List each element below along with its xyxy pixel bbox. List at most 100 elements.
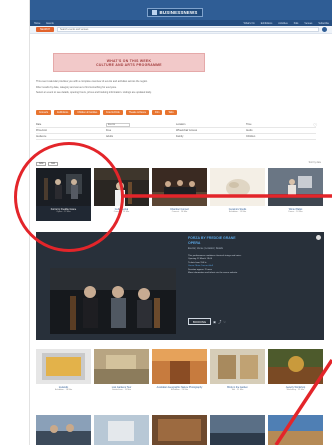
event-caption: Australian Geographic Nature Photography… bbox=[152, 385, 207, 409]
filter-table: Date Events Location Time Price/cost Fre… bbox=[36, 122, 316, 140]
favourite-heart-icon[interactable]: ♡ bbox=[313, 123, 317, 129]
event-card[interactable]: Jewelry Workshop Workshop · 22 Mar bbox=[268, 349, 323, 409]
nav-item[interactable]: Exhibitions bbox=[261, 22, 273, 25]
nav-item[interactable]: Activities bbox=[278, 22, 287, 25]
event-subtitle: Talk · 21 Mar bbox=[231, 389, 244, 392]
category-pill[interactable]: Theatre & Dance bbox=[125, 110, 150, 115]
event-card[interactable] bbox=[36, 415, 91, 445]
banner-line-2: CULTURE AND ARTS PROGRAMME bbox=[96, 62, 162, 67]
nav-item[interactable]: Events bbox=[46, 22, 53, 25]
nav-item[interactable]: What's On bbox=[244, 22, 255, 25]
filter-label[interactable]: Audio bbox=[246, 129, 316, 132]
filter-label[interactable]: Time bbox=[246, 123, 316, 126]
event-image bbox=[210, 349, 265, 384]
filter-label[interactable]: Audience bbox=[36, 135, 106, 138]
heart-icon[interactable]: ♡ bbox=[223, 320, 226, 324]
booking-area: BOOKING ▣ ⤴ ♡ bbox=[188, 318, 226, 325]
logo-text: BUSINESSNEWS bbox=[159, 10, 198, 15]
filter-label[interactable]: Adults bbox=[106, 135, 176, 138]
search-bar: SEARCH bbox=[30, 26, 332, 34]
filter-label[interactable]: Price/cost bbox=[36, 129, 106, 132]
category-pills: Concerts Exhibitions Children & Families… bbox=[36, 110, 177, 115]
event-card[interactable] bbox=[210, 415, 265, 445]
filter-label[interactable]: Free bbox=[106, 129, 176, 132]
event-caption: Ceramics Studio Exhibition · 15 Mar bbox=[210, 207, 265, 221]
nav-item[interactable]: Subscribe bbox=[318, 22, 329, 25]
event-card[interactable] bbox=[268, 415, 323, 445]
filter-label[interactable]: Wheelchair Access bbox=[176, 129, 246, 132]
event-image bbox=[152, 415, 207, 445]
event-image bbox=[94, 415, 149, 445]
event-card[interactable] bbox=[152, 415, 207, 445]
nav-item[interactable]: Home bbox=[34, 22, 40, 25]
event-subtitle: Dance · 16 Mar bbox=[288, 211, 303, 214]
event-card[interactable]: Birds in the Garden Talk · 21 Mar bbox=[210, 349, 265, 409]
intro-paragraph: Select an event to see details, opening … bbox=[36, 91, 152, 95]
event-detail-tabs[interactable]: Events | Venue | Location | Details bbox=[188, 248, 223, 250]
event-card[interactable]: Icelandic Exhibition · 18 Mar bbox=[36, 349, 91, 409]
nav-item[interactable]: Kids bbox=[294, 22, 299, 25]
booking-button[interactable]: BOOKING bbox=[188, 318, 212, 325]
promo-banner[interactable]: WHAT'S ON THIS WEEK CULTURE AND ARTS PRO… bbox=[53, 53, 205, 72]
event-subtitle: Exhibition · 20 Mar bbox=[170, 389, 189, 392]
event-detail-description: This performance combines classical stri… bbox=[188, 255, 242, 275]
site-logo[interactable]: BUSINESSNEWS bbox=[147, 8, 203, 17]
event-card[interactable] bbox=[94, 415, 149, 445]
event-card[interactable]: Winter Ballet Dance · 16 Mar bbox=[268, 168, 323, 221]
event-caption: Jewelry Workshop Workshop · 22 Mar bbox=[268, 385, 323, 409]
event-image bbox=[94, 349, 149, 384]
filter-select[interactable]: Events bbox=[106, 122, 130, 127]
event-card[interactable]: Ceramics Studio Exhibition · 15 Mar bbox=[210, 168, 265, 221]
category-pill[interactable]: Children & Families bbox=[74, 110, 101, 115]
event-image bbox=[268, 415, 323, 445]
filter-label: Date bbox=[36, 123, 42, 126]
event-subtitle: Guided tour · 19 Mar bbox=[111, 389, 132, 392]
search-input[interactable] bbox=[57, 27, 319, 32]
event-image bbox=[210, 415, 265, 445]
share-icon[interactable]: ⤴ bbox=[218, 319, 221, 324]
intro-text: This event calendar provides you with a … bbox=[36, 80, 324, 97]
event-detail-title: FORZA BY FREDDIE GRANE OPERA bbox=[188, 236, 236, 245]
search-button[interactable]: SEARCH bbox=[36, 27, 54, 32]
nav-item[interactable]: Venues bbox=[304, 22, 312, 25]
event-subtitle: Exhibition · 15 Mar bbox=[228, 211, 247, 214]
category-pill[interactable]: Exhibitions bbox=[54, 110, 72, 115]
event-image bbox=[36, 415, 91, 445]
category-pill[interactable]: Film bbox=[152, 110, 163, 115]
event-image bbox=[268, 168, 323, 206]
category-pill[interactable]: Food & Drink bbox=[103, 110, 123, 115]
top-nav: Home Events What's On Exhibitions Activi… bbox=[30, 20, 332, 26]
filter-row: Audience Adults Family Children bbox=[36, 134, 316, 140]
filter-label[interactable]: Children bbox=[246, 135, 316, 138]
event-image bbox=[268, 349, 323, 384]
intro-paragraph: Filter results by date, category and ven… bbox=[36, 85, 117, 89]
event-card[interactable]: Lost Gardens Tour Guided tour · 19 Mar bbox=[94, 349, 149, 409]
event-detail-image bbox=[50, 268, 176, 334]
search-icon[interactable] bbox=[322, 27, 327, 32]
filter-label[interactable]: Family bbox=[176, 135, 246, 138]
event-image bbox=[36, 349, 91, 384]
event-caption: Birds in the Garden Talk · 21 Mar bbox=[210, 385, 265, 409]
event-image bbox=[152, 349, 207, 384]
highlight-callout-circle bbox=[14, 142, 124, 252]
event-caption: Chamber Concert Concert · 14 Mar bbox=[152, 207, 207, 221]
category-pill[interactable]: Talks bbox=[165, 110, 177, 115]
event-subtitle: Exhibition · 18 Mar bbox=[54, 389, 73, 392]
event-subtitle: Concert · 14 Mar bbox=[171, 211, 188, 214]
filter-label[interactable]: Location bbox=[176, 123, 246, 126]
sort-label[interactable]: Sort by date bbox=[309, 162, 321, 164]
intro-paragraph: This event calendar provides you with a … bbox=[36, 80, 148, 83]
close-icon[interactable] bbox=[316, 235, 321, 240]
event-card[interactable]: Chamber Concert Concert · 14 Mar bbox=[152, 168, 207, 221]
event-row-3 bbox=[36, 415, 324, 445]
event-caption: Lost Gardens Tour Guided tour · 19 Mar bbox=[94, 385, 149, 409]
event-card[interactable]: Australian Geographic Nature Photography… bbox=[152, 349, 207, 409]
event-caption: Winter Ballet Dance · 16 Mar bbox=[268, 207, 323, 221]
calendar-icon[interactable]: ▣ bbox=[213, 320, 216, 324]
category-pill[interactable]: Concerts bbox=[36, 110, 52, 115]
event-image bbox=[152, 168, 207, 206]
site-header: BUSINESSNEWS Home Events What's On Exhib… bbox=[30, 0, 332, 26]
event-row-2: Icelandic Exhibition · 18 Mar Lost Garde… bbox=[36, 349, 324, 409]
event-image bbox=[210, 168, 265, 206]
event-caption: Icelandic Exhibition · 18 Mar bbox=[36, 385, 91, 409]
